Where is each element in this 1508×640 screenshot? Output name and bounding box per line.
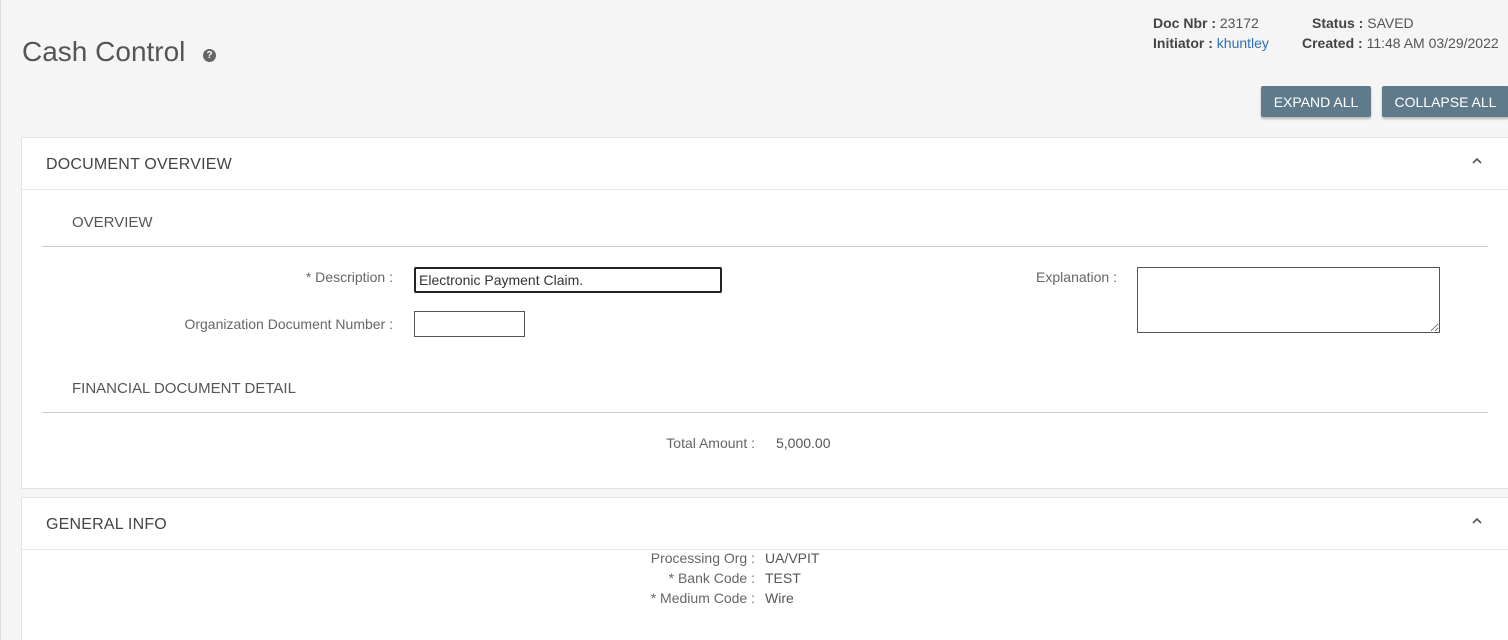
bank-code-value: TEST xyxy=(765,570,801,586)
document-overview-title: DOCUMENT OVERVIEW xyxy=(46,156,232,173)
doc-nbr-label: Doc Nbr : xyxy=(1153,15,1216,31)
financial-detail-subsection-title: FINANCIAL DOCUMENT DETAIL xyxy=(72,380,296,397)
financial-detail-divider xyxy=(42,412,1488,413)
org-doc-number-input[interactable] xyxy=(414,311,525,337)
created-label: Created : xyxy=(1302,35,1363,51)
page-title: Cash Control xyxy=(22,36,186,67)
chevron-up-icon[interactable] xyxy=(1472,156,1482,166)
explanation-textarea[interactable] xyxy=(1137,267,1440,333)
overview-subsection-title: OVERVIEW xyxy=(72,214,153,231)
expand-all-button[interactable]: EXPAND ALL xyxy=(1261,86,1371,117)
chevron-up-icon[interactable] xyxy=(1472,516,1482,526)
document-overview-header[interactable]: DOCUMENT OVERVIEW xyxy=(22,138,1508,190)
cash-control-page: Cash Control ? Doc Nbr : 23172 Initiator… xyxy=(0,0,1508,640)
medium-code-label: * Medium Code : xyxy=(650,590,755,606)
general-info-title: GENERAL INFO xyxy=(46,516,167,533)
total-amount-label: Total Amount : xyxy=(666,435,755,451)
processing-org-value: UA/VPIT xyxy=(765,550,820,566)
status-label: Status : xyxy=(1312,15,1364,31)
initiator-label: Initiator : xyxy=(1153,35,1213,51)
question-icon[interactable]: ? xyxy=(203,49,216,62)
general-info-panel: GENERAL INFO Processing Org : UA/VPIT * … xyxy=(21,497,1508,640)
overview-divider xyxy=(42,246,1488,247)
explanation-label: Explanation : xyxy=(1036,269,1117,285)
org-doc-number-label: Organization Document Number : xyxy=(184,316,393,332)
processing-org-label: Processing Org : xyxy=(650,550,755,566)
bank-code-label: * Bank Code : xyxy=(668,570,755,586)
collapse-all-button[interactable]: COLLAPSE ALL xyxy=(1382,86,1508,117)
created-value: 11:48 AM 03/29/2022 xyxy=(1366,35,1499,51)
description-input[interactable] xyxy=(414,267,722,293)
doc-info-left: Doc Nbr : 23172 Initiator : khuntley xyxy=(1153,13,1269,53)
document-overview-panel: DOCUMENT OVERVIEW OVERVIEW * Description… xyxy=(21,137,1508,489)
doc-info-right: Status : SAVED Created : 11:48 AM 03/29/… xyxy=(1302,13,1499,53)
medium-code-value: Wire xyxy=(765,590,794,606)
status-value: SAVED xyxy=(1367,15,1414,31)
general-info-header[interactable]: GENERAL INFO xyxy=(22,498,1508,550)
doc-nbr-value: 23172 xyxy=(1219,15,1259,31)
description-label: * Description : xyxy=(305,269,393,285)
total-amount-value: 5,000.00 xyxy=(776,435,831,451)
initiator-link[interactable]: khuntley xyxy=(1217,35,1269,51)
